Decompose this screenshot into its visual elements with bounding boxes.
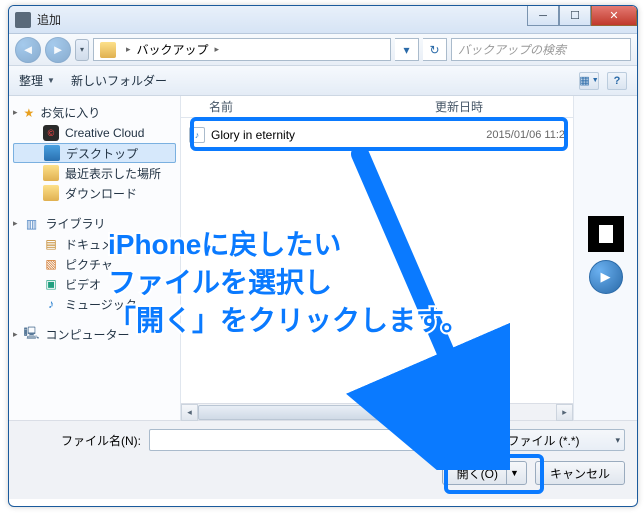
scroll-track[interactable] — [198, 404, 556, 421]
caret-icon: ▸ — [13, 218, 18, 229]
organize-menu[interactable]: 整理 ▼ — [19, 72, 55, 89]
file-row[interactable]: ♪ Glory in eternity 2015/01/06 11:2 — [181, 124, 573, 146]
documents-icon: ▤ — [43, 236, 59, 252]
forward-button[interactable]: ► — [45, 37, 71, 63]
scroll-right-button[interactable]: ▸ — [556, 404, 573, 421]
desktop-icon — [44, 145, 60, 161]
star-icon: ★ — [24, 106, 35, 120]
caret-icon: ▸ — [13, 329, 18, 340]
app-icon — [15, 12, 31, 28]
toolbar: 整理 ▼ 新しいフォルダー ▦▼ ? — [9, 66, 637, 96]
library-icon: ▥ — [24, 216, 40, 232]
computer-icon: 🖳 — [24, 327, 40, 343]
chevron-down-icon: ▼ — [47, 76, 55, 85]
nav-history-dropdown[interactable]: ▾ — [75, 39, 89, 61]
sidebar-heading-favorites[interactable]: ▸ ★ お気に入り — [9, 102, 180, 123]
sidebar: ▸ ★ お気に入り ©Creative Cloud デスクトップ 最近表示した場… — [9, 96, 181, 420]
sidebar-item-desktop[interactable]: デスクトップ — [13, 143, 176, 163]
caret-icon: ▸ — [13, 107, 18, 118]
column-header-name[interactable]: 名前 — [181, 98, 435, 115]
body-area: ▸ ★ お気に入り ©Creative Cloud デスクトップ 最近表示した場… — [9, 96, 637, 420]
music-file-icon: ♪ — [189, 127, 205, 143]
view-options-button[interactable]: ▦▼ — [579, 72, 599, 90]
nav-bar: ◄ ► ▾ ▸ バックアップ ▸ ▾ ↻ バックアップの検索 — [9, 34, 637, 66]
breadcrumb-dropdown[interactable]: ▾ — [395, 38, 419, 61]
chevron-right-icon: ▸ — [215, 44, 220, 55]
breadcrumb[interactable]: ▸ バックアップ ▸ — [93, 38, 391, 61]
file-name: Glory in eternity — [211, 128, 453, 142]
horizontal-scrollbar[interactable]: ◂ ▸ — [181, 403, 573, 420]
sidebar-item-music[interactable]: ♪ミュージック — [9, 294, 180, 314]
folder-icon — [100, 42, 116, 58]
sidebar-item-documents[interactable]: ▤ドキュメ — [9, 234, 180, 254]
file-type-filter[interactable]: べてのファイル (*.*) ▾ — [465, 429, 625, 451]
search-placeholder: バックアップの検索 — [458, 41, 566, 58]
cancel-button[interactable]: キャンセル — [535, 461, 625, 485]
column-header-date[interactable]: 更新日時 — [435, 98, 555, 115]
chevron-right-icon: ▸ — [126, 44, 131, 55]
help-button[interactable]: ? — [607, 72, 627, 90]
preview-pane: ▶ — [573, 96, 637, 420]
close-button[interactable]: ✕ — [591, 6, 637, 26]
chevron-down-icon: ▾ — [615, 435, 620, 446]
sidebar-item-creative-cloud[interactable]: ©Creative Cloud — [9, 123, 180, 143]
sidebar-item-downloads[interactable]: ダウンロード — [9, 183, 180, 203]
videos-icon: ▣ — [43, 276, 59, 292]
window-title: 追加 — [37, 11, 61, 28]
sidebar-item-recent[interactable]: 最近表示した場所 — [9, 163, 180, 183]
pictures-icon: ▧ — [43, 256, 59, 272]
search-input[interactable]: バックアップの検索 — [451, 38, 631, 61]
creative-cloud-icon: © — [43, 125, 59, 141]
file-date: 2015/01/06 11:2 — [453, 129, 565, 141]
music-icon: ♪ — [43, 296, 59, 312]
bottom-panel: ファイル名(N): ▾ べてのファイル (*.*) ▾ 開く(O) ▼ キャンセ… — [9, 420, 637, 499]
sidebar-item-pictures[interactable]: ▧ピクチャ — [9, 254, 180, 274]
breadcrumb-folder[interactable]: バックアップ — [137, 41, 209, 58]
scroll-left-button[interactable]: ◂ — [181, 404, 198, 421]
back-button[interactable]: ◄ — [15, 37, 41, 63]
minimize-button[interactable]: ─ — [527, 6, 559, 26]
sidebar-item-videos[interactable]: ▣ビデオ — [9, 274, 180, 294]
filename-label: ファイル名(N): — [21, 432, 141, 449]
sidebar-heading-libraries[interactable]: ▸ ▥ ライブラリ — [9, 213, 180, 234]
open-split-dropdown[interactable]: ▼ — [506, 462, 522, 484]
play-button[interactable]: ▶ — [589, 260, 623, 294]
refresh-button[interactable]: ↻ — [423, 38, 447, 61]
dialog-window: 追加 ─ ☐ ✕ ◄ ► ▾ ▸ バックアップ ▸ ▾ ↻ バックアップの検索 … — [8, 5, 638, 507]
preview-thumbnail — [588, 216, 624, 252]
maximize-button[interactable]: ☐ — [559, 6, 591, 26]
folder-icon — [43, 185, 59, 201]
folder-icon — [43, 165, 59, 181]
open-button[interactable]: 開く(O) ▼ — [442, 461, 527, 485]
filename-dropdown-icon[interactable]: ▾ — [438, 432, 454, 448]
titlebar: 追加 ─ ☐ ✕ — [9, 6, 637, 34]
file-list-header: 名前 更新日時 — [181, 96, 573, 118]
filename-input[interactable]: ▾ — [149, 429, 457, 451]
scroll-thumb[interactable] — [198, 405, 413, 420]
sidebar-heading-computer[interactable]: ▸ 🖳 コンピューター — [9, 324, 180, 345]
new-folder-button[interactable]: 新しいフォルダー — [71, 72, 167, 89]
file-list: 名前 更新日時 ♪ Glory in eternity 2015/01/06 1… — [181, 96, 573, 420]
